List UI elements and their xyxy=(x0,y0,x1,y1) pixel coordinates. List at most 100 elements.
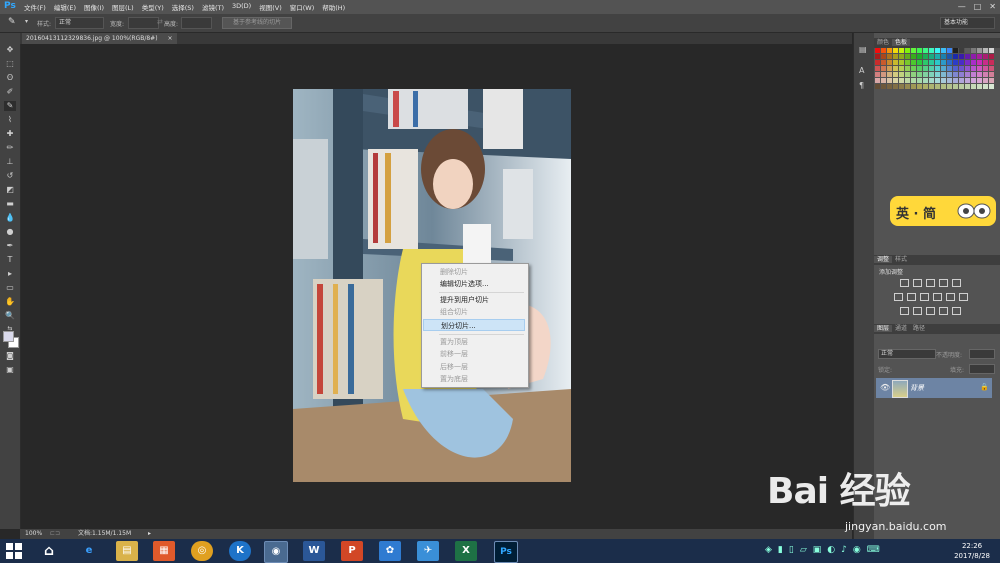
gradient-map-icon[interactable] xyxy=(939,307,948,315)
color-swatch[interactable] xyxy=(983,48,988,53)
black-white-icon[interactable] xyxy=(920,293,929,301)
tab-color[interactable]: 颜色 xyxy=(874,39,892,46)
healing-tool-icon[interactable]: ✚ xyxy=(4,129,16,139)
browser-icon[interactable]: ◉ xyxy=(264,541,288,563)
color-swatch[interactable] xyxy=(953,66,958,71)
color-swatch[interactable] xyxy=(917,60,922,65)
shape-tool-icon[interactable]: ▭ xyxy=(4,283,16,293)
color-swatch[interactable] xyxy=(887,54,892,59)
photoshop-taskbar-icon[interactable]: Ps xyxy=(494,541,518,563)
lasso-tool-icon[interactable]: ʘ xyxy=(4,73,16,83)
menu-layer[interactable]: 图层(L) xyxy=(112,2,134,12)
color-swatch[interactable] xyxy=(905,84,910,89)
color-swatch[interactable] xyxy=(875,54,880,59)
zoom-level[interactable]: 100% xyxy=(25,529,42,539)
color-swatch[interactable] xyxy=(881,54,886,59)
gradient-tool-icon[interactable]: ▬ xyxy=(4,199,16,209)
tab-styles[interactable]: 样式 xyxy=(892,256,910,263)
color-swatch[interactable] xyxy=(959,72,964,77)
export-icon[interactable]: ⊏⊐ xyxy=(50,529,60,539)
media-icon[interactable]: ▦ xyxy=(153,541,175,561)
color-swatch[interactable] xyxy=(971,66,976,71)
curves-icon[interactable] xyxy=(926,279,935,287)
height-input[interactable] xyxy=(181,17,212,29)
color-swatch[interactable] xyxy=(959,54,964,59)
history-icon[interactable]: ▤ xyxy=(859,45,867,54)
pen-tool-icon[interactable]: ✒ xyxy=(4,241,16,251)
color-swatch[interactable] xyxy=(893,72,898,77)
color-swatch[interactable] xyxy=(959,66,964,71)
color-swatch[interactable] xyxy=(947,48,952,53)
color-swatch[interactable] xyxy=(923,48,928,53)
color-swatch[interactable] xyxy=(929,60,934,65)
color-swatch[interactable] xyxy=(911,66,916,71)
home-icon[interactable]: ⌂ xyxy=(38,541,60,561)
color-swatch[interactable] xyxy=(983,84,988,89)
color-swatch[interactable] xyxy=(911,48,916,53)
color-swatch[interactable] xyxy=(953,54,958,59)
color-swatch[interactable] xyxy=(905,72,910,77)
color-swatch[interactable] xyxy=(893,60,898,65)
color-swatch[interactable] xyxy=(971,48,976,53)
color-swatch[interactable] xyxy=(887,66,892,71)
close-tab-icon[interactable]: × xyxy=(167,35,172,42)
color-swatch[interactable] xyxy=(971,60,976,65)
stamp-tool-icon[interactable]: ⊥ xyxy=(4,157,16,167)
color-swatch[interactable] xyxy=(923,54,928,59)
color-swatch[interactable] xyxy=(971,78,976,83)
color-swatch[interactable] xyxy=(953,84,958,89)
color-swatch[interactable] xyxy=(905,66,910,71)
color-swatch[interactable] xyxy=(929,84,934,89)
exposure-icon[interactable] xyxy=(939,279,948,287)
color-swatch[interactable] xyxy=(965,84,970,89)
posterize-icon[interactable] xyxy=(913,307,922,315)
color-swatch[interactable] xyxy=(881,84,886,89)
color-swatch[interactable] xyxy=(911,78,916,83)
color-swatch[interactable] xyxy=(899,84,904,89)
menu-3d[interactable]: 3D(D) xyxy=(232,2,251,12)
move-tool-icon[interactable]: ✥ xyxy=(4,45,16,55)
color-swatch[interactable] xyxy=(875,78,880,83)
color-swatch[interactable] xyxy=(905,54,910,59)
color-swatch[interactable] xyxy=(923,84,928,89)
menu-item-bring-forward[interactable]: 前移一层 xyxy=(423,348,525,360)
dodge-tool-icon[interactable]: ● xyxy=(4,227,16,237)
minimize-button[interactable]: — xyxy=(958,2,966,11)
color-swatch[interactable] xyxy=(935,84,940,89)
color-swatch[interactable] xyxy=(935,78,940,83)
levels-icon[interactable] xyxy=(913,279,922,287)
fill-input[interactable] xyxy=(969,364,995,374)
color-swatch[interactable] xyxy=(965,72,970,77)
color-swatch[interactable] xyxy=(965,78,970,83)
start-button[interactable] xyxy=(6,543,22,559)
screen-mode-icon[interactable]: ▣ xyxy=(4,365,16,375)
color-swatch[interactable] xyxy=(941,78,946,83)
color-swatch[interactable] xyxy=(947,66,952,71)
color-swatch[interactable] xyxy=(875,72,880,77)
color-swatch[interactable] xyxy=(893,66,898,71)
color-swatch[interactable] xyxy=(959,48,964,53)
color-swatch[interactable] xyxy=(929,54,934,59)
color-swatch[interactable] xyxy=(911,60,916,65)
color-swatch[interactable] xyxy=(875,84,880,89)
menu-edit[interactable]: 编辑(E) xyxy=(54,2,76,12)
brush-tool-icon[interactable]: ✏ xyxy=(4,143,16,153)
color-swatch[interactable] xyxy=(935,72,940,77)
excel-icon[interactable]: X xyxy=(455,541,477,561)
blur-tool-icon[interactable]: 💧 xyxy=(4,213,16,223)
tab-adjustments[interactable]: 调整 xyxy=(874,256,893,263)
threshold-icon[interactable] xyxy=(926,307,935,315)
color-swatch[interactable] xyxy=(893,48,898,53)
menu-item-edit-slice-options[interactable]: 编辑切片选项... xyxy=(423,278,525,290)
color-swatch[interactable] xyxy=(959,78,964,83)
color-swatch[interactable] xyxy=(881,66,886,71)
selective-color-icon[interactable] xyxy=(952,307,961,315)
tab-swatches[interactable]: 色板 xyxy=(892,39,911,46)
menu-item-bring-to-front[interactable]: 置为顶层 xyxy=(423,336,525,348)
coin-app-icon[interactable]: ◎ xyxy=(191,541,213,561)
color-swatch[interactable] xyxy=(983,54,988,59)
slice-tool-icon[interactable]: ✎ xyxy=(8,17,16,27)
color-swatch[interactable] xyxy=(983,66,988,71)
color-swatch[interactable] xyxy=(953,48,958,53)
color-swatch[interactable] xyxy=(923,66,928,71)
